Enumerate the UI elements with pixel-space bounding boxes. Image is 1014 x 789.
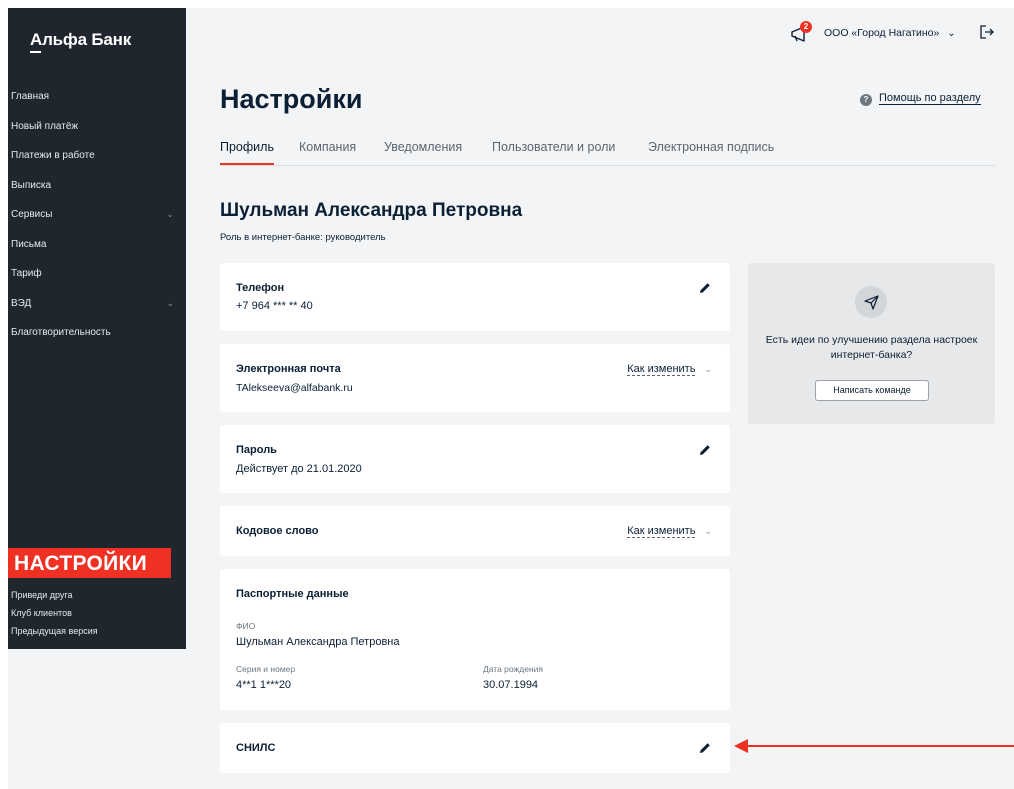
help-link[interactable]: ? Помощь по разделу: [860, 92, 981, 106]
phone-title: Телефон: [236, 282, 285, 294]
sidebar-item-label: ВЭД: [11, 297, 32, 309]
company-name: ООО «Город Нагатино»: [824, 27, 940, 39]
codeword-how-to-change[interactable]: Как изменить ⌄: [627, 525, 712, 538]
help-link-label: Помощь по разделу: [879, 92, 981, 105]
sidebar-item-label: Выписка: [11, 179, 52, 191]
email-how-to-change[interactable]: Как изменить ⌄: [627, 363, 712, 376]
sidebar-item-previous-version[interactable]: Предыдущая версия: [8, 622, 186, 640]
sidebar-item-client-club[interactable]: Клуб клиентов: [8, 604, 186, 622]
company-selector[interactable]: ООО «Город Нагатино» ⌄: [824, 27, 956, 39]
sidebar-item-label: Клуб клиентов: [11, 608, 72, 618]
sidebar-item-charity[interactable]: Благотворительность: [8, 318, 186, 348]
settings-highlight-label[interactable]: НАСТРОЙКИ: [8, 548, 171, 578]
sidebar-nav: Главная Новый платёж Платежи в работе Вы…: [8, 82, 186, 348]
sidebar-item-invite-friend[interactable]: Приведи друга: [8, 586, 186, 604]
phone-card: Телефон +7 964 *** ** 40: [220, 263, 730, 331]
logout-button[interactable]: [979, 24, 995, 45]
phone-value: +7 964 *** ** 40: [236, 300, 313, 312]
password-title: Пароль: [236, 444, 277, 456]
snils-title: СНИЛС: [236, 742, 276, 754]
codeword-title: Кодовое слово: [236, 525, 319, 537]
sidebar-item-label: Новый платёж: [11, 120, 79, 132]
feedback-text: Есть идеи по улучшению раздела настроек …: [765, 334, 978, 361]
sidebar-bottom-nav: Приведи друга Клуб клиентов Предыдущая в…: [8, 586, 186, 640]
sidebar-item-label: Платежи в работе: [11, 150, 95, 161]
tab-notifications[interactable]: Уведомления: [384, 140, 462, 154]
chevron-down-icon: ⌄: [947, 28, 956, 39]
sidebar-item-label: Тариф: [11, 268, 42, 279]
email-value: TAlekseeva@alfabank.ru: [236, 382, 353, 394]
question-icon: ?: [860, 94, 872, 106]
sidebar-item-label: Приведи друга: [11, 590, 73, 600]
app-window: Альфа Банк Главная Новый платёж Платежи …: [8, 8, 1014, 789]
snils-card: СНИЛС: [220, 723, 730, 773]
chevron-down-icon: ⌄: [166, 209, 174, 219]
logo-underline: [30, 51, 41, 53]
email-card: Электронная почта TAlekseeva@alfabank.ru…: [220, 344, 730, 412]
tab-profile[interactable]: Профиль: [220, 140, 274, 165]
sidebar-item-services[interactable]: Сервисы ⌄: [8, 200, 186, 230]
fio-label: ФИО: [236, 621, 256, 631]
how-to-change-label: Как изменить: [627, 525, 696, 538]
sidebar-item-label: Письма: [11, 238, 47, 250]
logout-icon: [980, 25, 994, 39]
notification-badge: 2: [800, 21, 812, 33]
sidebar-item-ved[interactable]: ВЭД ⌄: [8, 289, 186, 319]
series-label: Серия и номер: [236, 664, 296, 674]
page-title: Настройки: [220, 84, 363, 114]
password-card: Пароль Действует до 21.01.2020: [220, 425, 730, 493]
person-name: Шульман Александра Петровна: [220, 200, 523, 221]
annotation-arrow-line: [746, 745, 1014, 747]
email-title: Электронная почта: [236, 363, 341, 375]
tab-users-roles[interactable]: Пользователи и роли: [492, 140, 615, 154]
sidebar-item-label: Главная: [11, 91, 50, 102]
sidebar-item-label: Сервисы: [11, 209, 53, 220]
sidebar-item-home[interactable]: Главная: [8, 82, 186, 112]
pencil-icon[interactable]: [698, 741, 712, 755]
codeword-card: Кодовое слово Как изменить ⌄: [220, 506, 730, 556]
user-role: Роль в интернет-банке: руководитель: [220, 232, 386, 243]
birth-date-value: 30.07.1994: [483, 679, 539, 691]
password-validity: Действует до 21.01.2020: [236, 463, 362, 475]
settings-tabs: Профиль Компания Уведомления Пользовател…: [220, 140, 995, 166]
write-to-team-button[interactable]: Написать команде: [815, 380, 929, 401]
chevron-down-icon: ⌄: [704, 364, 712, 374]
chevron-down-icon: ⌄: [704, 526, 712, 536]
notifications-button[interactable]: 2: [789, 21, 812, 46]
pencil-icon[interactable]: [698, 281, 712, 295]
feedback-box: Есть идеи по улучшению раздела настроек …: [748, 263, 995, 424]
sidebar-item-tariff[interactable]: Тариф: [8, 259, 186, 289]
logo-text: Альфа Банк: [30, 30, 132, 49]
sidebar-item-payments-in-progress[interactable]: Платежи в работе: [8, 141, 186, 171]
passport-title: Паспортные данные: [236, 588, 349, 600]
how-to-change-label: Как изменить: [627, 363, 696, 376]
passport-card: Паспортные данные ФИО Шульман Александра…: [220, 569, 730, 710]
sidebar-item-letters[interactable]: Письма: [8, 230, 186, 260]
annotation-arrow-head: [734, 739, 748, 753]
fio-value: Шульман Александра Петровна: [236, 636, 400, 648]
sidebar-item-label: Благотворительность: [11, 327, 111, 338]
sidebar-item-label: Предыдущая версия: [11, 626, 98, 636]
pencil-icon[interactable]: [698, 443, 712, 457]
series-value: 4**1 1***20: [236, 679, 292, 691]
sidebar-item-new-payment[interactable]: Новый платёж: [8, 112, 186, 142]
paper-plane-icon: [855, 286, 887, 318]
tab-digital-signature[interactable]: Электронная подпись: [648, 140, 774, 154]
sidebar-item-statement[interactable]: Выписка: [8, 171, 186, 201]
chevron-down-icon: ⌄: [166, 297, 174, 308]
birth-date-label: Дата рождения: [483, 664, 543, 674]
tab-company[interactable]: Компания: [299, 140, 356, 154]
sidebar: Альфа Банк Главная Новый платёж Платежи …: [8, 8, 186, 649]
alfa-bank-logo[interactable]: Альфа Банк: [30, 30, 132, 53]
